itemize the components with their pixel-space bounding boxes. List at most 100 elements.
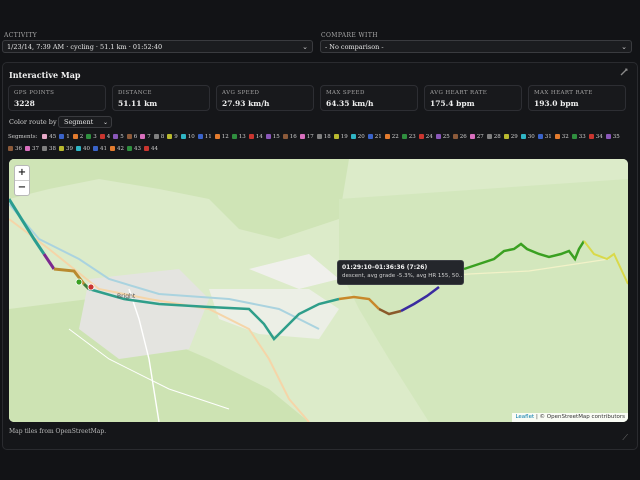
segment-number: 20: [357, 134, 365, 140]
map-view[interactable]: Bright + − 01:29:10–01:36:36 (7:26) desc…: [9, 159, 628, 422]
stat-max-speed: MAX SPEED 64.35 km/h: [320, 85, 418, 111]
segment-number: 35: [612, 134, 620, 140]
segment-legend-item: 19: [333, 131, 348, 143]
segment-number: 26: [459, 134, 467, 140]
segment-swatch: [59, 145, 64, 151]
segment-legend-item: 16: [282, 131, 297, 143]
segment-swatch: [554, 133, 560, 139]
segment-swatch: [76, 145, 81, 151]
segment-swatch: [126, 133, 132, 139]
color-by-label: Color route by: [9, 118, 57, 126]
segment-swatch: [127, 145, 132, 151]
segment-number: 30: [527, 134, 535, 140]
segment-swatch: [452, 133, 458, 139]
segment-number: 33: [578, 134, 586, 140]
compare-select-value: - No comparison -: [325, 43, 384, 51]
stat-avg-heart-rate: AVG HEART RATE 175.4 bpm: [424, 85, 522, 111]
segment-number: 16: [289, 134, 297, 140]
segment-legend: Segments: 45 1 2 3 4 5 6 7 8 9 10 11 12 13 14 15 16 17 18 1…: [8, 131, 630, 155]
stat-value: 193.0 bpm: [534, 99, 579, 108]
segment-legend-item: 14: [248, 131, 263, 143]
segment-swatch: [350, 133, 356, 139]
segment-swatch: [333, 133, 339, 139]
segment-swatch: [537, 133, 543, 139]
stat-label: GPS POINTS: [14, 90, 55, 96]
segment-legend-item: 31: [537, 131, 552, 143]
stats-row: GPS POINTS 3228 DISTANCE 51.11 km AVG SP…: [8, 85, 632, 111]
segment-swatch: [469, 133, 475, 139]
segment-number: 25: [442, 134, 450, 140]
segment-number: 13: [238, 134, 246, 140]
segment-number: 8: [160, 134, 165, 140]
resize-handle-icon[interactable]: ⟋: [622, 433, 628, 443]
segment-legend-item: 36: [8, 143, 22, 155]
segment-swatch: [93, 145, 98, 151]
segment-swatch: [299, 133, 305, 139]
segment-legend-item: 22: [384, 131, 399, 143]
segment-legend-item: 9: [167, 131, 178, 143]
zoom-control: + −: [14, 165, 30, 196]
compare-select[interactable]: - No comparison - ⌄: [320, 40, 632, 53]
color-by-select[interactable]: Segment ⌄: [58, 116, 112, 128]
stat-avg-speed: AVG SPEED 27.93 km/h: [216, 85, 314, 111]
segment-swatch: [486, 133, 492, 139]
segment-number: 1: [66, 134, 70, 140]
panel-title: Interactive Map: [9, 70, 81, 80]
segment-swatch: [384, 133, 390, 139]
segment-number: 37: [32, 146, 39, 152]
segment-swatch: [316, 133, 322, 139]
segment-number: 31: [544, 134, 552, 140]
segment-swatch: [571, 133, 577, 139]
segment-number: 24: [425, 134, 433, 140]
segment-swatch: [401, 133, 407, 139]
segment-number: 28: [493, 134, 501, 140]
stat-value: 175.4 bpm: [430, 99, 475, 108]
segment-number: 44: [151, 146, 158, 152]
segment-legend-item: 15: [265, 131, 280, 143]
segment-number: 9: [174, 134, 178, 140]
segment-swatch: [265, 133, 271, 139]
segment-swatch: [435, 133, 441, 139]
segment-swatch: [214, 133, 220, 139]
color-by-value: Segment: [64, 118, 94, 126]
segment-number: 32: [561, 134, 569, 140]
segment-number: 19: [340, 134, 348, 140]
activity-select[interactable]: 1/23/14, 7:39 AM · cycling · 51.1 km · 0…: [2, 40, 313, 53]
activity-label: ACTIVITY: [4, 32, 38, 39]
segment-legend-item: 34: [588, 131, 603, 143]
segment-swatch: [248, 133, 254, 139]
segment-number: 4: [106, 134, 111, 140]
segment-legend-item: 35: [605, 131, 620, 143]
segment-legend-item: 29: [503, 131, 518, 143]
segment-legend-item: 33: [571, 131, 586, 143]
edit-icon[interactable]: [619, 67, 629, 77]
segment-swatch: [72, 133, 78, 139]
stat-label: MAX SPEED: [326, 90, 365, 96]
segment-number: 41: [100, 146, 107, 152]
segment-legend-item: 3: [86, 131, 97, 143]
segment-legend-item: 11: [197, 131, 212, 143]
segment-swatch: [42, 145, 47, 151]
segment-legend-item: 30: [520, 131, 535, 143]
segment-legend-item: 39: [59, 143, 73, 155]
activity-select-value: 1/23/14, 7:39 AM · cycling · 51.1 km · 0…: [7, 43, 163, 51]
zoom-in-button[interactable]: +: [15, 166, 29, 180]
segment-legend-item: 12: [214, 131, 229, 143]
segment-swatch: [140, 133, 146, 139]
stat-label: MAX HEART RATE: [534, 90, 593, 96]
map-tiles-note: Map tiles from OpenStreetMap.: [9, 428, 107, 435]
chevron-down-icon: ⌄: [621, 43, 627, 51]
segment-legend-item: 32: [554, 131, 569, 143]
segment-swatch: [180, 133, 186, 139]
stat-value: 64.35 km/h: [326, 99, 374, 108]
segment-number: 6: [133, 134, 138, 140]
leaflet-link[interactable]: Leaflet: [515, 414, 534, 420]
zoom-out-button[interactable]: −: [15, 181, 29, 195]
segment-swatch: [231, 133, 237, 139]
segment-number: 40: [83, 146, 90, 152]
stat-label: AVG HEART RATE: [430, 90, 488, 96]
segment-number: 39: [66, 146, 73, 152]
segment-swatch: [503, 133, 509, 139]
segment-legend-item: 28: [486, 131, 501, 143]
segment-swatch: [588, 133, 594, 139]
